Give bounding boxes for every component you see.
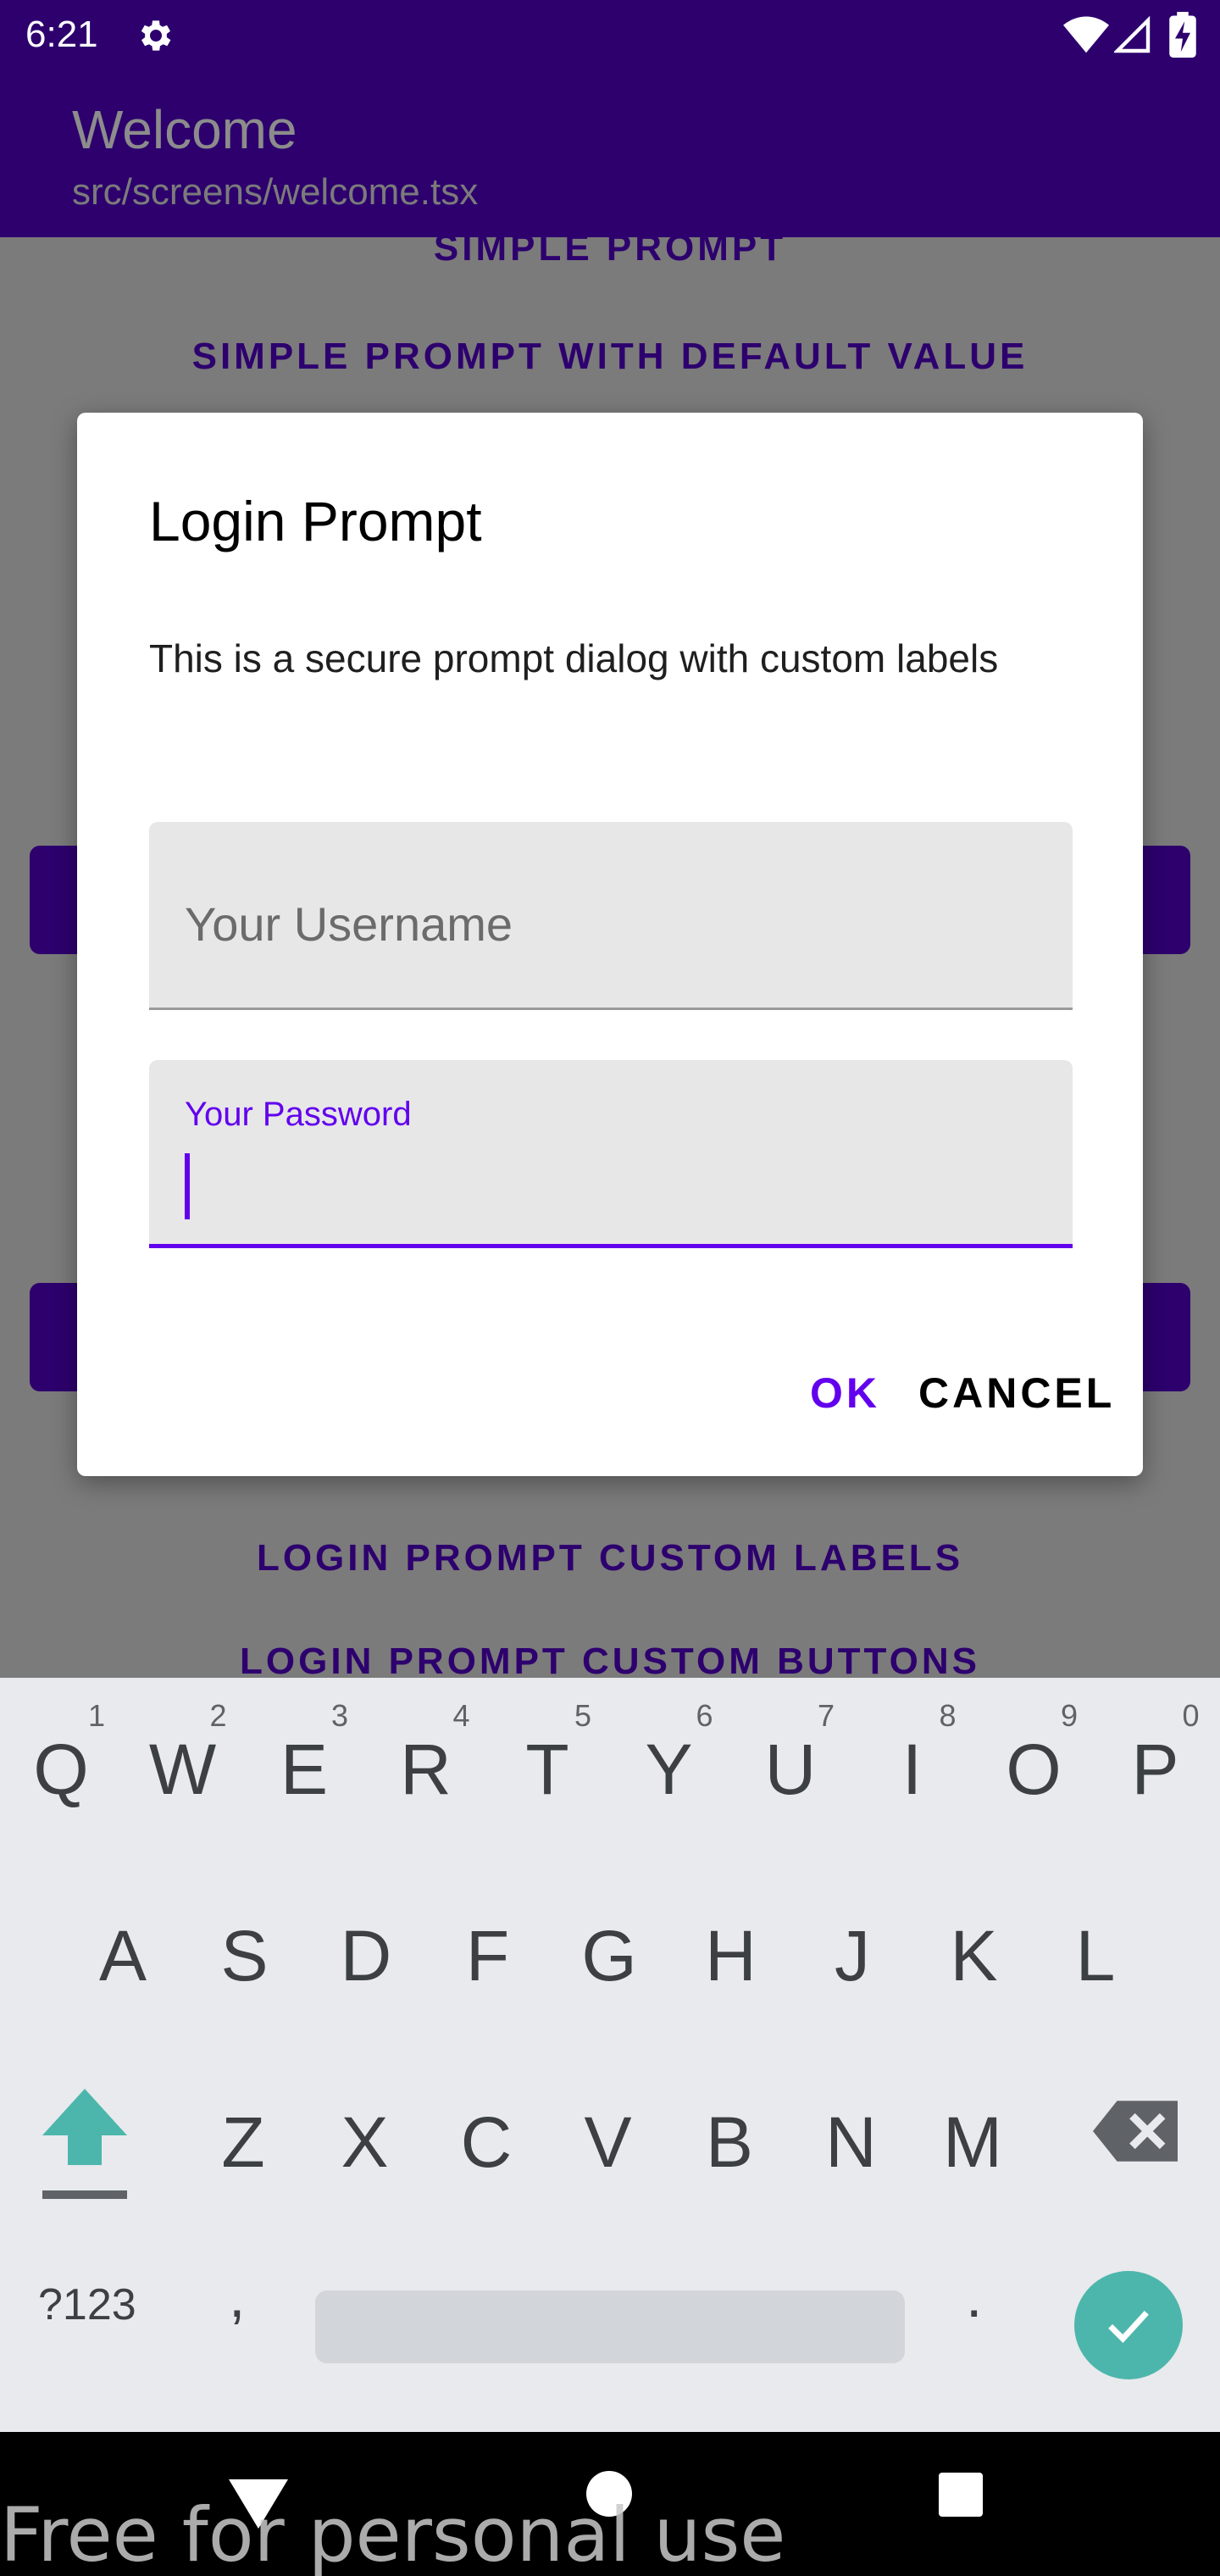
key-number-hint: 1 <box>87 1698 105 1733</box>
key-letter: U <box>764 1729 817 1809</box>
key-letter: S <box>220 1916 269 1996</box>
simple-prompt-default-link: SIMPLE PROMPT WITH DEFAULT VALUE <box>191 336 1029 377</box>
key-s[interactable]: S <box>186 1864 304 2034</box>
key-g[interactable]: G <box>550 1864 668 2034</box>
key-number-hint: 8 <box>939 1698 957 1733</box>
key-letter: H <box>705 1916 757 1996</box>
key-k[interactable]: K <box>915 1864 1034 2034</box>
key-u[interactable]: U7 <box>731 1678 850 1847</box>
key-c[interactable]: C <box>427 2051 546 2220</box>
key-p[interactable]: P0 <box>1096 1678 1215 1847</box>
cancel-button[interactable]: CANCEL <box>918 1368 1115 1418</box>
username-placeholder: Your Username <box>185 897 513 951</box>
recents-button[interactable] <box>939 2473 983 2517</box>
dialog-title: Login Prompt <box>149 490 482 552</box>
key-number-hint: 2 <box>209 1698 227 1733</box>
dialog-message: This is a secure prompt dialog with cust… <box>149 636 999 680</box>
key-letter: P <box>1131 1729 1179 1809</box>
key-letter: T <box>525 1729 569 1809</box>
screen: 6:21 Welcome src/screens/welcome.tsx SIM… <box>0 0 1220 2576</box>
key-t[interactable]: T5 <box>488 1678 607 1847</box>
key-r[interactable]: R4 <box>367 1678 485 1847</box>
period-key[interactable]: . <box>966 2262 982 2330</box>
key-letter: I <box>901 1729 923 1809</box>
soft-keyboard: Q1W2E3R4T5Y6U7I8O9P0 ASDFGHJKL ZXCVBNM ?… <box>0 1678 1220 2432</box>
backspace-icon[interactable] <box>1093 2093 1178 2169</box>
key-n[interactable]: N <box>792 2051 911 2220</box>
key-letter: Q <box>33 1729 89 1809</box>
status-time: 6:21 <box>25 14 98 55</box>
key-letter: J <box>835 1916 870 1996</box>
key-letter: N <box>825 2102 877 2182</box>
key-letter: A <box>98 1916 147 1996</box>
key-letter: E <box>280 1729 329 1809</box>
key-letter: B <box>705 2102 754 2182</box>
key-letter: L <box>1075 1916 1116 1996</box>
key-letter: G <box>581 1916 637 1996</box>
key-number-hint: 4 <box>452 1698 470 1733</box>
simple-prompt-link: SIMPLE PROMPT <box>433 227 787 269</box>
password-label: Your Password <box>185 1096 412 1133</box>
login-custom-labels-link: LOGIN PROMPT CUSTOM LABELS <box>256 1537 964 1579</box>
key-y[interactable]: Y6 <box>610 1678 729 1847</box>
key-d[interactable]: D <box>307 1864 425 2034</box>
key-l[interactable]: L <box>1036 1864 1155 2034</box>
symbols-key[interactable]: ?123 <box>38 2279 136 2330</box>
key-o[interactable]: O9 <box>974 1678 1093 1847</box>
key-letter: Z <box>221 2102 265 2182</box>
key-letter: X <box>341 2102 389 2182</box>
space-bar[interactable] <box>315 2290 905 2363</box>
status-bar: 6:21 <box>0 0 1220 71</box>
key-letter: R <box>400 1729 452 1809</box>
key-f[interactable]: F <box>429 1864 547 2034</box>
key-number-hint: 7 <box>817 1698 835 1733</box>
key-q[interactable]: Q1 <box>2 1678 120 1847</box>
key-number-hint: 3 <box>330 1698 348 1733</box>
key-w[interactable]: W2 <box>124 1678 242 1847</box>
shift-icon[interactable] <box>34 2080 136 2207</box>
key-e[interactable]: E3 <box>245 1678 363 1847</box>
username-field[interactable]: Your Username <box>149 822 1073 1010</box>
app-bar: Welcome src/screens/welcome.tsx <box>0 71 1220 237</box>
key-number-hint: 5 <box>574 1698 591 1733</box>
page-subtitle: src/screens/welcome.tsx <box>72 171 479 213</box>
key-letter: Y <box>645 1729 693 1809</box>
ok-button[interactable]: OK <box>810 1368 880 1418</box>
watermark: Free for personal use <box>0 2491 786 2576</box>
login-prompt-dialog: Login Prompt This is a secure prompt dia… <box>77 413 1143 1476</box>
key-z[interactable]: Z <box>184 2051 302 2220</box>
gear-icon <box>141 20 171 51</box>
battery-charging-icon <box>1169 12 1196 58</box>
key-number-hint: 0 <box>1182 1698 1200 1733</box>
check-icon <box>1108 2310 1149 2344</box>
page-title: Welcome <box>72 99 297 160</box>
login-custom-buttons-link: LOGIN PROMPT CUSTOM BUTTONS <box>240 1641 980 1682</box>
password-field[interactable]: Your Password <box>149 1060 1073 1248</box>
key-a[interactable]: A <box>64 1864 182 2034</box>
signal-icon <box>1114 15 1151 53</box>
key-m[interactable]: M <box>913 2051 1032 2220</box>
key-j[interactable]: J <box>793 1864 912 2034</box>
key-letter: C <box>460 2102 513 2182</box>
key-x[interactable]: X <box>306 2051 424 2220</box>
key-number-hint: 9 <box>1060 1698 1078 1733</box>
wifi-icon <box>1063 16 1109 53</box>
key-letter: O <box>1006 1729 1062 1809</box>
key-letter: M <box>943 2102 1002 2182</box>
key-letter: V <box>584 2102 632 2182</box>
key-letter: W <box>148 1729 217 1809</box>
key-number-hint: 6 <box>696 1698 713 1733</box>
text-cursor <box>185 1153 190 1219</box>
key-i[interactable]: I8 <box>853 1678 972 1847</box>
key-letter: K <box>950 1916 998 1996</box>
key-letter: D <box>340 1916 392 1996</box>
comma-key[interactable]: , <box>229 2262 245 2330</box>
key-letter: F <box>465 1916 510 1996</box>
key-b[interactable]: B <box>670 2051 789 2220</box>
enter-key[interactable] <box>1074 2271 1183 2379</box>
key-v[interactable]: V <box>549 2051 668 2220</box>
key-h[interactable]: H <box>672 1864 790 2034</box>
